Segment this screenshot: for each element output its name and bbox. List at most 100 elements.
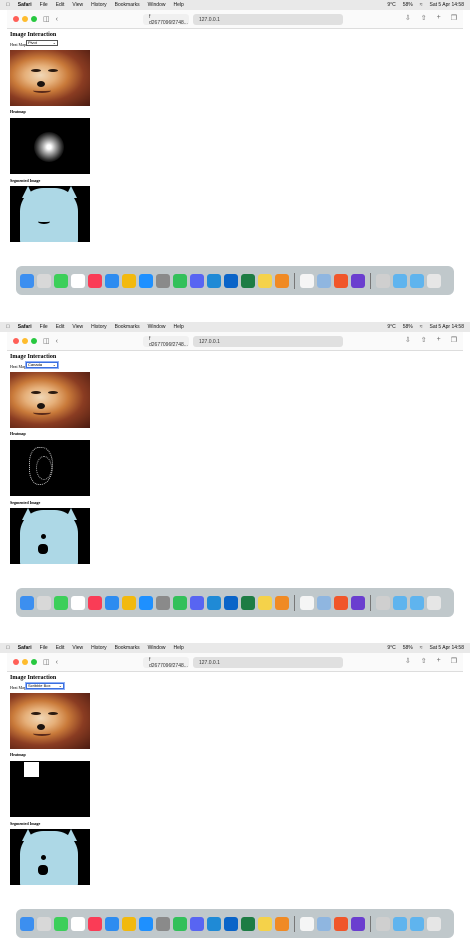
menu-help[interactable]: Help bbox=[173, 2, 183, 8]
folder-icon[interactable] bbox=[393, 916, 407, 931]
close-button[interactable] bbox=[13, 659, 19, 665]
sidebar-icon[interactable]: ◫ bbox=[43, 15, 50, 23]
chrome-icon[interactable] bbox=[122, 916, 136, 931]
download-icon[interactable]: ⇩ bbox=[405, 336, 411, 344]
tab-active[interactable]: 127.0.0.1 bbox=[193, 657, 343, 668]
discord-icon[interactable] bbox=[190, 916, 204, 931]
excel-icon[interactable] bbox=[241, 273, 255, 288]
menu-safari[interactable]: Safari bbox=[18, 324, 32, 330]
new-tab-icon[interactable]: + bbox=[437, 336, 441, 344]
back-icon[interactable]: ‹ bbox=[56, 659, 58, 666]
new-tab-icon[interactable]: + bbox=[437, 14, 441, 22]
outlook-icon[interactable] bbox=[224, 916, 238, 931]
menu-bookmarks[interactable]: Bookmarks bbox=[115, 645, 140, 651]
calendar-icon[interactable] bbox=[71, 916, 85, 931]
folder-icon[interactable] bbox=[393, 595, 407, 610]
tab-inactive[interactable]: f d2677096f2748... bbox=[143, 14, 189, 26]
apple-icon[interactable]:  bbox=[6, 2, 10, 8]
menu-help[interactable]: Help bbox=[173, 324, 183, 330]
zoom-button[interactable] bbox=[31, 659, 37, 665]
menu-file[interactable]: File bbox=[40, 2, 48, 8]
close-button[interactable] bbox=[13, 338, 19, 344]
chrome-icon[interactable] bbox=[122, 273, 136, 288]
share-icon[interactable]: ⇧ bbox=[421, 14, 427, 22]
tab-active[interactable]: 127.0.0.1 bbox=[193, 336, 343, 347]
imovie-icon[interactable] bbox=[351, 595, 365, 610]
tabs-overview-icon[interactable]: ❐ bbox=[451, 657, 457, 665]
music-icon[interactable] bbox=[88, 595, 102, 610]
facetime-icon[interactable] bbox=[173, 916, 187, 931]
preview-icon[interactable] bbox=[317, 595, 331, 610]
close-button[interactable] bbox=[13, 16, 19, 22]
clock[interactable]: Sat 5 Apr 14:58 bbox=[430, 2, 464, 8]
safari-icon[interactable] bbox=[105, 273, 119, 288]
finder-icon[interactable] bbox=[20, 595, 34, 610]
tab-active[interactable]: 127.0.0.1 bbox=[193, 14, 343, 25]
battery-status[interactable]: 58% bbox=[403, 645, 413, 651]
appstore-icon[interactable] bbox=[139, 273, 153, 288]
tab-inactive[interactable]: f d2677096f2748... bbox=[143, 336, 189, 348]
folder-icon[interactable] bbox=[393, 273, 407, 288]
menu-window[interactable]: Window bbox=[148, 2, 166, 8]
launchpad-icon[interactable] bbox=[37, 916, 51, 931]
zoom-button[interactable] bbox=[31, 16, 37, 22]
minimize-button[interactable] bbox=[22, 659, 28, 665]
share-icon[interactable]: ⇧ bbox=[421, 336, 427, 344]
menu-edit[interactable]: Edit bbox=[56, 2, 65, 8]
vscode-icon[interactable] bbox=[207, 273, 221, 288]
trash-icon[interactable] bbox=[427, 595, 441, 610]
vscode-icon[interactable] bbox=[207, 595, 221, 610]
books-icon[interactable] bbox=[275, 273, 289, 288]
menu-edit[interactable]: Edit bbox=[56, 324, 65, 330]
facetime-icon[interactable] bbox=[173, 273, 187, 288]
wifi-icon[interactable]: ≈ bbox=[420, 2, 423, 8]
textedit-icon[interactable] bbox=[300, 916, 314, 931]
screenshot-icon[interactable] bbox=[376, 273, 390, 288]
apple-icon[interactable]:  bbox=[6, 324, 10, 330]
safari-icon[interactable] bbox=[105, 916, 119, 931]
launchpad-icon[interactable] bbox=[37, 595, 51, 610]
brave-icon[interactable] bbox=[334, 595, 348, 610]
appstore-icon[interactable] bbox=[139, 595, 153, 610]
music-icon[interactable] bbox=[88, 273, 102, 288]
sidebar-icon[interactable]: ◫ bbox=[43, 337, 50, 345]
sidebar-icon[interactable]: ◫ bbox=[43, 658, 50, 666]
textedit-icon[interactable] bbox=[300, 595, 314, 610]
notes-icon[interactable] bbox=[258, 916, 272, 931]
settings-icon[interactable] bbox=[156, 595, 170, 610]
back-icon[interactable]: ‹ bbox=[56, 16, 58, 23]
music-icon[interactable] bbox=[88, 916, 102, 931]
back-icon[interactable]: ‹ bbox=[56, 338, 58, 345]
menu-history[interactable]: History bbox=[91, 645, 107, 651]
discord-icon[interactable] bbox=[190, 595, 204, 610]
menu-window[interactable]: Window bbox=[148, 645, 166, 651]
menu-history[interactable]: History bbox=[91, 2, 107, 8]
weather-status[interactable]: 9°C bbox=[387, 645, 395, 651]
discord-icon[interactable] bbox=[190, 273, 204, 288]
finder-icon[interactable] bbox=[20, 916, 34, 931]
facetime-icon[interactable] bbox=[173, 595, 187, 610]
settings-icon[interactable] bbox=[156, 916, 170, 931]
excel-icon[interactable] bbox=[241, 595, 255, 610]
outlook-icon[interactable] bbox=[224, 595, 238, 610]
apple-icon[interactable]:  bbox=[6, 645, 10, 651]
messages-icon[interactable] bbox=[54, 273, 68, 288]
new-tab-icon[interactable]: + bbox=[437, 657, 441, 665]
clock[interactable]: Sat 5 Apr 14:58 bbox=[430, 645, 464, 651]
trash-icon[interactable] bbox=[427, 916, 441, 931]
books-icon[interactable] bbox=[275, 595, 289, 610]
battery-status[interactable]: 58% bbox=[403, 324, 413, 330]
trash-icon[interactable] bbox=[427, 273, 441, 288]
minimize-button[interactable] bbox=[22, 338, 28, 344]
menu-bookmarks[interactable]: Bookmarks bbox=[115, 2, 140, 8]
tabs-overview-icon[interactable]: ❐ bbox=[451, 336, 457, 344]
notes-icon[interactable] bbox=[258, 273, 272, 288]
menu-edit[interactable]: Edit bbox=[56, 645, 65, 651]
textedit-icon[interactable] bbox=[300, 273, 314, 288]
menu-history[interactable]: History bbox=[91, 324, 107, 330]
messages-icon[interactable] bbox=[54, 595, 68, 610]
menu-safari[interactable]: Safari bbox=[18, 2, 32, 8]
settings-icon[interactable] bbox=[156, 273, 170, 288]
tabs-overview-icon[interactable]: ❐ bbox=[451, 14, 457, 22]
heatmap-select[interactable]: Scribble Box ⌄ bbox=[26, 683, 64, 689]
